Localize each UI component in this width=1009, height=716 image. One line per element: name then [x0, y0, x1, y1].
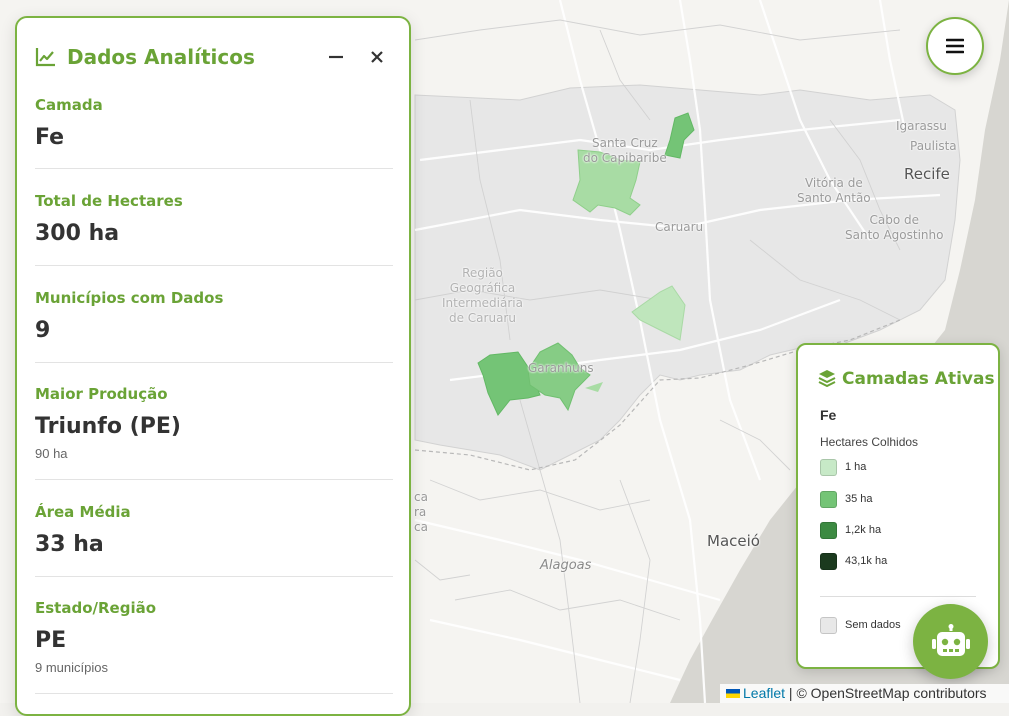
legend-item-label: 1 ha: [845, 461, 867, 473]
attribution-separator: | ©: [785, 685, 811, 701]
stat-label: Total de Hectares: [35, 192, 183, 210]
map-label-fragment: ca ra ca: [414, 490, 428, 535]
minimize-button[interactable]: [323, 44, 349, 70]
regiao-text: Região Geográfica Intermediária de Carua…: [442, 266, 523, 325]
stat-value: 9: [35, 318, 51, 343]
legend-item-label: 35 ha: [845, 493, 873, 505]
stat-value: Triunfo (PE): [35, 414, 181, 439]
menu-button[interactable]: [926, 17, 984, 75]
legend-divider: [820, 596, 976, 597]
map-label-regiao: Região Geográfica Intermediária de Carua…: [442, 266, 523, 326]
legend-swatch: [820, 521, 837, 539]
stat-value: PE: [35, 628, 67, 653]
garanhuns-text: Garanhuns: [528, 361, 594, 375]
analytics-panel: Dados Analíticos Camada Fe Total de Hect…: [15, 16, 411, 716]
legend-swatch: [820, 552, 837, 570]
map-label-cabo: Cabo de Santo Agostinho: [845, 213, 943, 243]
caruaru-text: Caruaru: [655, 220, 704, 234]
stat-camada: Camada Fe: [35, 96, 393, 169]
stat-area-media: Área Média 33 ha: [35, 503, 393, 577]
legend-item-label: 43,1k ha: [845, 555, 888, 567]
recife-text: Recife: [904, 165, 950, 183]
legend-layer-name: Fe: [820, 407, 837, 423]
minimize-icon: [329, 55, 343, 59]
legend-title: Camadas Ativas: [842, 369, 995, 389]
map-label-caruaru: Caruaru: [655, 220, 703, 235]
hamburger-menu-icon: [946, 38, 964, 54]
maceio-text: Maceió: [707, 532, 760, 550]
ukraine-flag-icon: [726, 688, 740, 698]
fragment-text: ca ra ca: [414, 490, 428, 534]
legend-swatch: [820, 616, 837, 634]
legend-item: 43,1k ha: [820, 552, 887, 570]
legend-item: 1,2k ha: [820, 521, 881, 539]
leaflet-link[interactable]: Leaflet: [743, 685, 785, 701]
analytics-header: Dados Analíticos: [35, 44, 389, 70]
stat-value: 300 ha: [35, 221, 120, 246]
stat-sub: 90 ha: [35, 446, 68, 461]
stat-label: Camada: [35, 96, 103, 114]
legend-swatch: [820, 458, 837, 476]
stat-label: Área Média: [35, 503, 131, 521]
paulista-text: Paulista: [910, 139, 957, 153]
layers-icon: [818, 370, 836, 387]
map-label-igarassu: Igarassu: [896, 119, 947, 134]
igarassu-text: Igarassu: [896, 119, 947, 133]
map-label-garanhuns: Garanhuns: [528, 361, 594, 376]
robot-icon: [931, 623, 970, 656]
legend-swatch: [820, 490, 837, 508]
stat-maior-producao: Maior Produção Triunfo (PE) 90 ha: [35, 385, 393, 480]
legend-item: 1 ha: [820, 458, 866, 476]
vitoria-text: Vitória de Santo Antão: [797, 176, 871, 205]
legend-item-no-data: Sem dados: [820, 616, 901, 634]
osm-link[interactable]: OpenStreetMap contributors: [811, 685, 987, 701]
stat-label: Estado/Região: [35, 599, 157, 617]
map-label-recife: Recife: [904, 167, 950, 182]
stat-value: Fe: [35, 125, 65, 150]
map-label-paulista: Paulista: [910, 139, 957, 154]
close-icon: [371, 51, 383, 63]
map-label-vitoria: Vitória de Santo Antão: [797, 176, 871, 206]
stat-value: 33 ha: [35, 532, 104, 557]
map-label-alagoas: Alagoas: [540, 558, 591, 573]
stat-total-hectares: Total de Hectares 300 ha: [35, 192, 393, 266]
legend-item: 35 ha: [820, 490, 873, 508]
close-button[interactable]: [364, 44, 390, 70]
analytics-title: Dados Analíticos: [67, 45, 255, 69]
map-label-maceio: Maceió: [707, 534, 760, 549]
map-attribution: Leaflet | © OpenStreetMap contributors: [720, 684, 1009, 703]
map-label-santa-cruz: Santa Cruz do Capibaribe: [583, 136, 667, 166]
stat-label: Municípios com Dados: [35, 289, 224, 307]
legend-item-label: Sem dados: [845, 619, 901, 631]
legend-item-label: 1,2k ha: [845, 524, 882, 536]
chart-line-icon: [35, 48, 55, 67]
cabo-text: Cabo de Santo Agostinho: [845, 213, 944, 242]
chatbot-button[interactable]: [913, 604, 988, 679]
alagoas-text: Alagoas: [540, 558, 592, 573]
stat-sub: 9 municípios: [35, 660, 108, 675]
stat-municipios: Municípios com Dados 9: [35, 289, 393, 363]
santa-cruz-text: Santa Cruz do Capibaribe: [583, 136, 667, 165]
stat-estado-regiao: Estado/Região PE 9 municípios: [35, 599, 393, 694]
legend-subtitle: Hectares Colhidos: [820, 435, 919, 449]
stat-label: Maior Produção: [35, 385, 168, 403]
